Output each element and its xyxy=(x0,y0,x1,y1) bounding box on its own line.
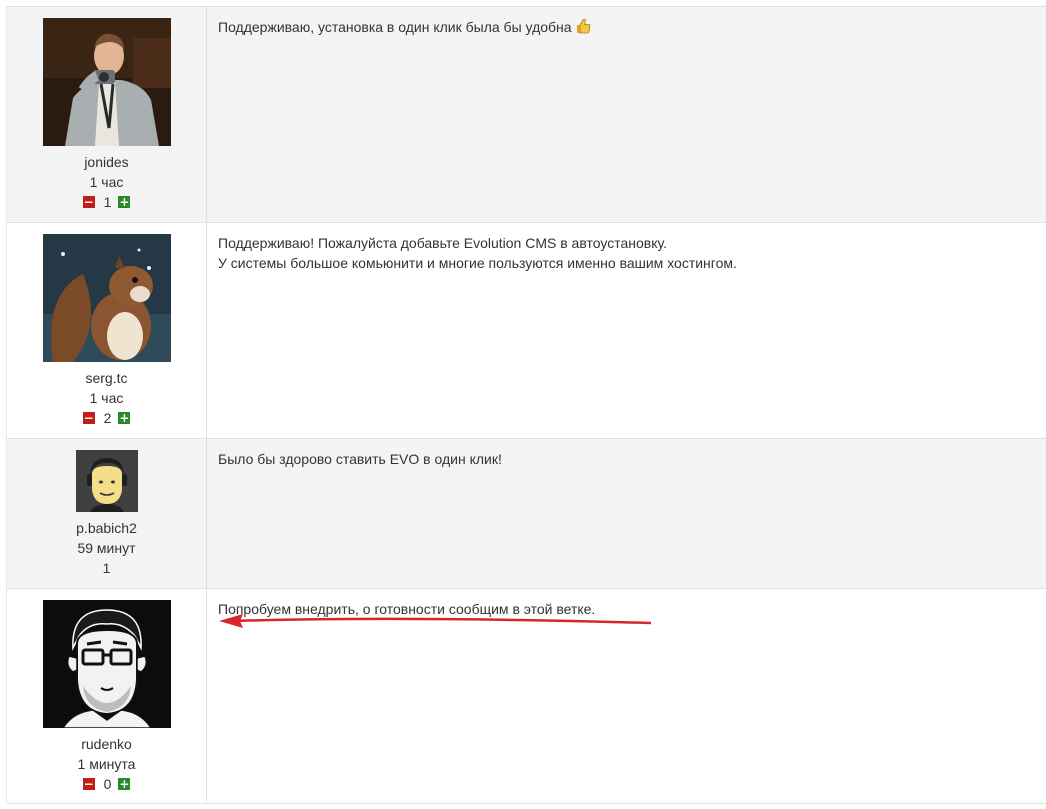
post-item: serg.tc 1 час − 2 + Поддерживаю! Пожалуй… xyxy=(6,223,1046,439)
username[interactable]: rudenko xyxy=(81,734,132,754)
vote-up-button[interactable]: + xyxy=(118,196,131,208)
post-time: 59 минут xyxy=(77,540,136,556)
vote-down-button[interactable]: − xyxy=(82,412,95,424)
username[interactable]: jonides xyxy=(84,152,128,172)
rating: − 0 + xyxy=(82,774,131,794)
username[interactable]: p.babich2 xyxy=(76,518,137,538)
vote-up-button[interactable]: + xyxy=(118,412,131,424)
post-text: Поддерживаю, установка в один клик была … xyxy=(218,19,572,35)
rating-value: 2 xyxy=(103,410,112,426)
post-time: 1 час xyxy=(89,390,124,406)
vote-down-button[interactable]: − xyxy=(82,196,95,208)
rating: − 1 + xyxy=(82,192,131,212)
post-body: Было бы здорово ставить EVO в один клик! xyxy=(207,439,1046,588)
avatar-serg-tc[interactable] xyxy=(42,234,171,362)
post-author: serg.tc 1 час − 2 + xyxy=(7,223,207,438)
avatar-rudenko[interactable] xyxy=(42,600,171,728)
post-author: rudenko 1 минута − 0 + xyxy=(7,589,207,803)
post-item: rudenko 1 минута − 0 + Попробуем внедрит… xyxy=(6,589,1046,804)
post-text: У системы большое комьюнити и многие пол… xyxy=(218,255,737,271)
rating-value: 0 xyxy=(103,776,112,792)
post-author: p.babich2 59 минут 1 xyxy=(7,439,207,588)
post-text: Попробуем внедрить, о готовности сообщим… xyxy=(218,601,596,617)
post-body: Поддерживаю! Пожалуйста добавьте Evoluti… xyxy=(207,223,1046,438)
vote-down-button[interactable]: − xyxy=(82,778,95,790)
post-text: Поддерживаю! Пожалуйста добавьте Evoluti… xyxy=(218,235,667,251)
comment-thread: jonides 1 час − 1 + Поддерживаю, установ… xyxy=(6,6,1046,804)
post-item: p.babich2 59 минут 1 Было бы здорово ста… xyxy=(6,439,1046,589)
post-text: Было бы здорово ставить EVO в один клик! xyxy=(218,451,502,467)
post-time: 1 минута xyxy=(77,756,136,772)
thumbs-up-icon xyxy=(576,18,590,34)
post-body: Поддерживаю, установка в один клик была … xyxy=(207,7,1046,222)
vote-up-button[interactable]: + xyxy=(118,778,131,790)
post-time: 1 час xyxy=(89,174,124,190)
rating: − 2 + xyxy=(82,408,131,428)
rating: 1 xyxy=(103,558,111,578)
avatar-jonides[interactable] xyxy=(42,18,171,146)
post-item: jonides 1 час − 1 + Поддерживаю, установ… xyxy=(6,7,1046,223)
rating-value: 1 xyxy=(103,194,112,210)
post-body: Попробуем внедрить, о готовности сообщим… xyxy=(207,589,1046,803)
post-author: jonides 1 час − 1 + xyxy=(7,7,207,222)
avatar-p-babich2[interactable] xyxy=(75,450,138,512)
rating-value: 1 xyxy=(102,560,111,576)
username[interactable]: serg.tc xyxy=(85,368,127,388)
